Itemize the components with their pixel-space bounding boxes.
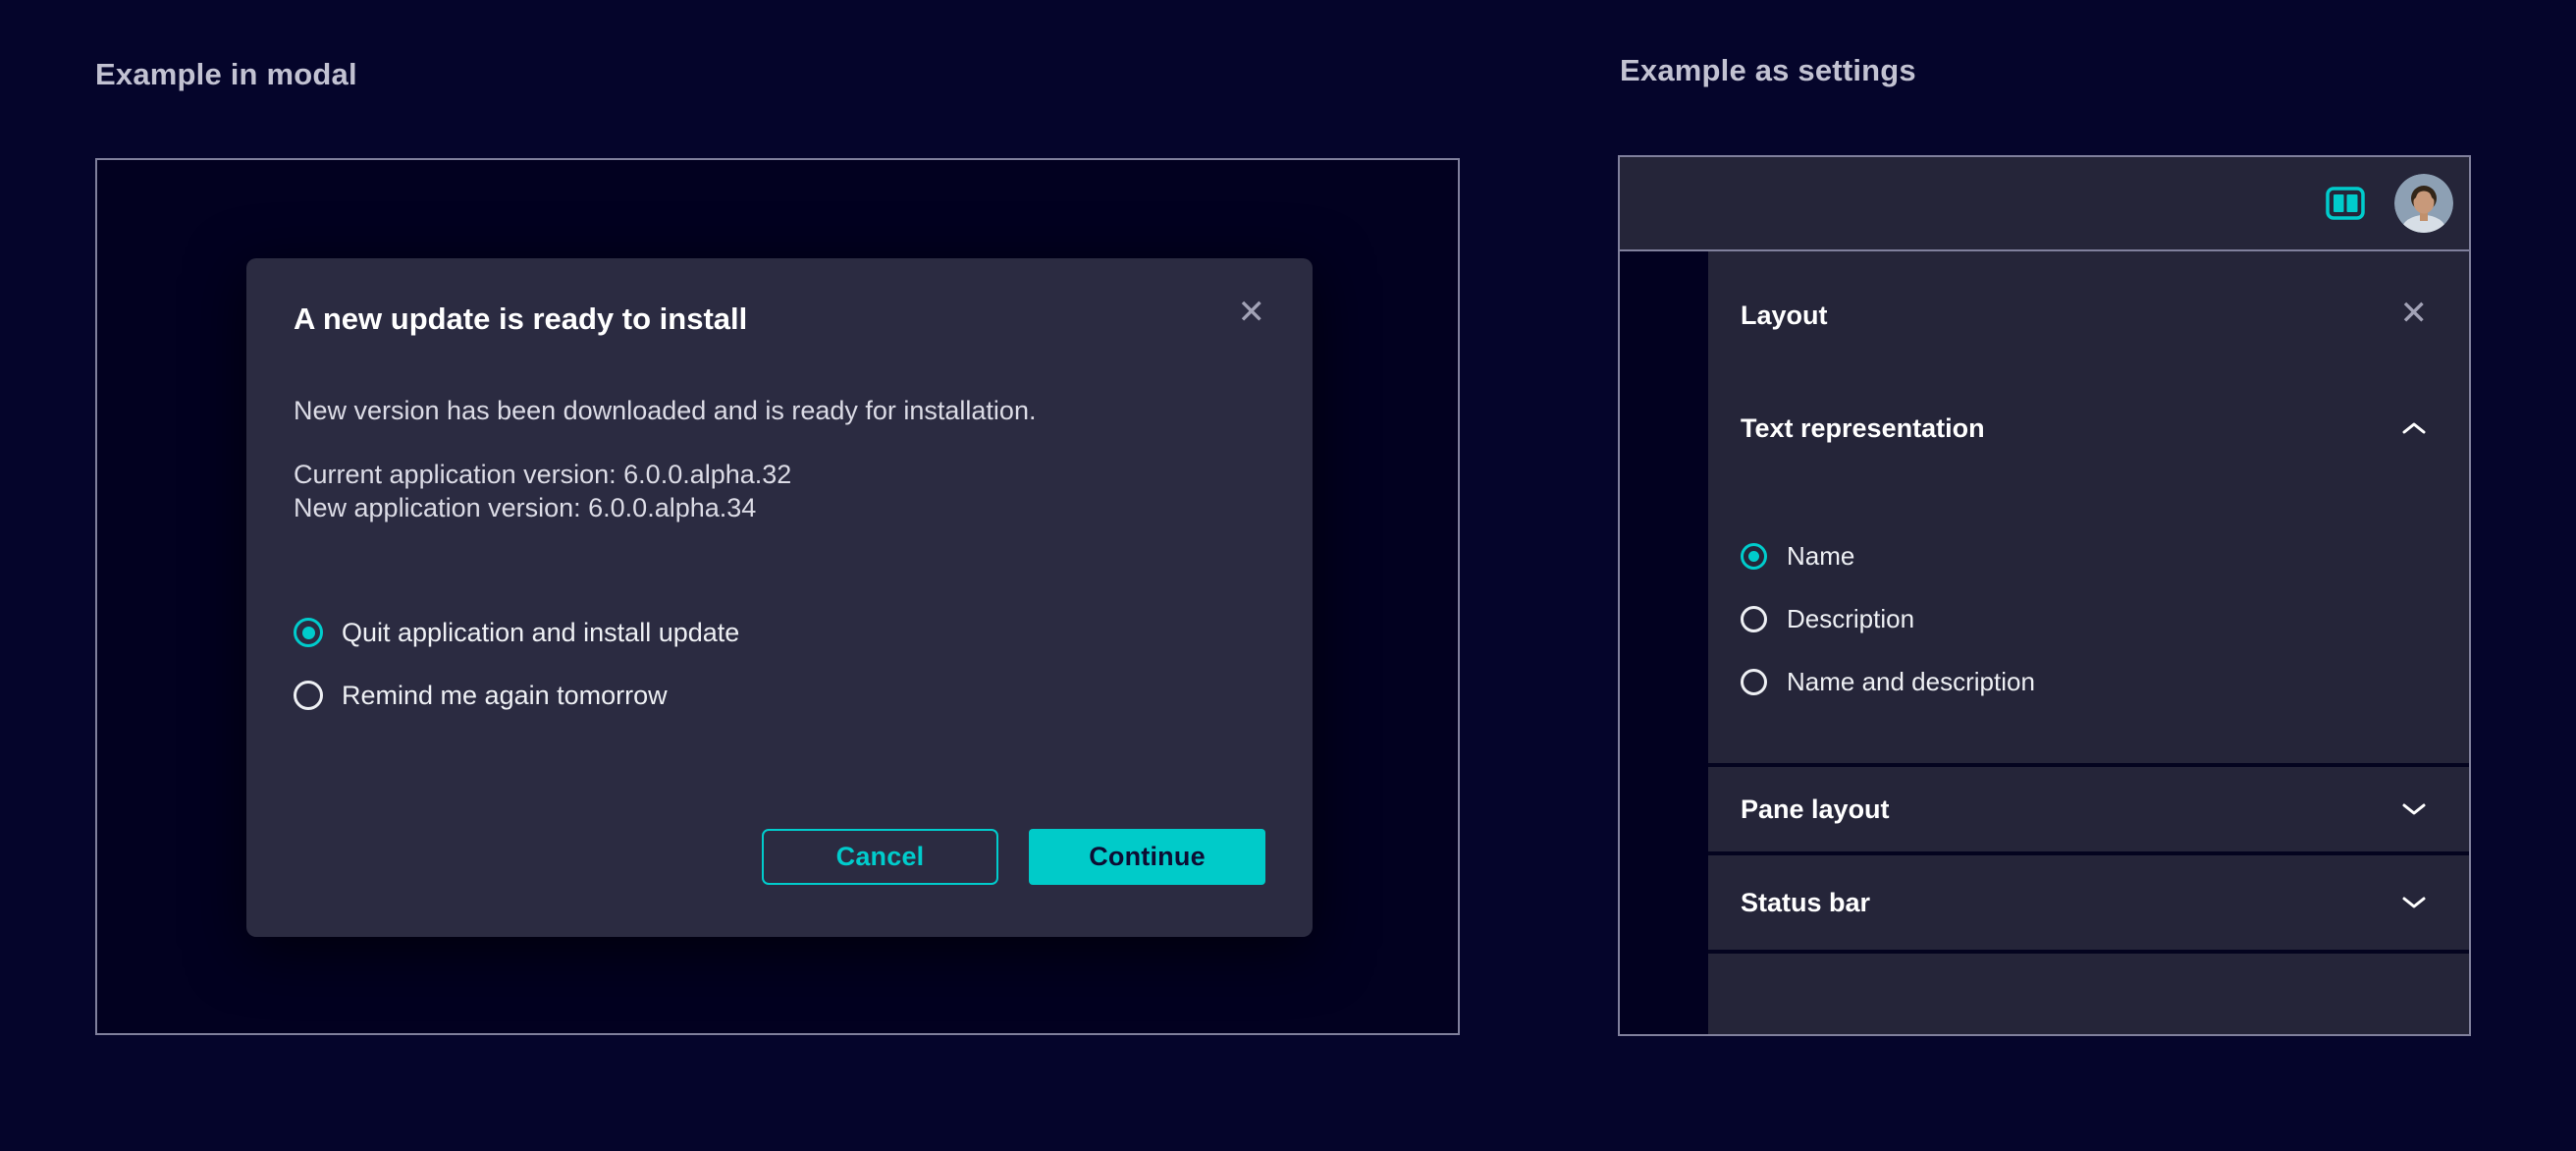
close-icon[interactable]: ✕	[2400, 299, 2429, 328]
section-label: Text representation	[1741, 413, 1985, 444]
chevron-up-icon	[2400, 420, 2428, 436]
radio-option-install-update[interactable]: Quit application and install update	[294, 601, 1265, 664]
radio-option-label: Remind me again tomorrow	[342, 681, 668, 711]
section-label: Pane layout	[1741, 795, 1890, 825]
current-version-line: Current application version: 6.0.0.alpha…	[294, 458, 1265, 491]
modal-footer: Cancel Continue	[762, 829, 1265, 885]
panel-header-layout: Layout ✕	[1708, 251, 2469, 379]
panel-title: Layout	[1741, 301, 1828, 331]
radio-option-name[interactable]: Name	[1708, 524, 2469, 587]
version-info: Current application version: 6.0.0.alpha…	[294, 458, 1265, 524]
radio-option-label: Description	[1787, 604, 1914, 634]
chevron-down-icon	[2400, 801, 2428, 817]
continue-button[interactable]: Continue	[1029, 829, 1265, 885]
new-version-line: New application version: 6.0.0.alpha.34	[294, 491, 1265, 524]
modal-title: A new update is ready to install	[294, 301, 747, 337]
app-topbar	[1620, 157, 2469, 251]
two-pane-layout-icon[interactable]	[2326, 187, 2365, 220]
radio-option-name-and-description[interactable]: Name and description	[1708, 650, 2469, 713]
radio-option-remind-tomorrow[interactable]: Remind me again tomorrow	[294, 664, 1265, 727]
settings-demo-frame: Layout ✕ Text representation Name	[1618, 155, 2471, 1036]
right-example-heading: Example as settings	[1620, 53, 1916, 88]
section-status-bar[interactable]: Status bar	[1708, 855, 2469, 950]
radio-unselected-icon[interactable]	[294, 681, 323, 710]
user-avatar[interactable]	[2394, 174, 2453, 233]
section-label: Status bar	[1741, 888, 1870, 918]
close-icon[interactable]: ✕	[1238, 298, 1266, 327]
radio-option-label: Quit application and install update	[342, 618, 739, 648]
radio-unselected-icon[interactable]	[1741, 669, 1767, 695]
section-pane-layout[interactable]: Pane layout	[1708, 767, 2469, 851]
cancel-button[interactable]: Cancel	[762, 829, 998, 885]
modal-body-text: New version has been downloaded and is r…	[294, 396, 1265, 426]
chevron-down-icon	[2400, 895, 2428, 910]
app-background-strip	[1620, 251, 1708, 1034]
radio-option-description[interactable]: Description	[1708, 587, 2469, 650]
modal-header: A new update is ready to install ✕	[294, 258, 1265, 337]
text-representation-radio-group: Name Description Name and description	[1708, 524, 2469, 713]
section-text-representation[interactable]: Text representation	[1708, 379, 2469, 477]
radio-selected-icon[interactable]	[294, 618, 323, 647]
update-modal: A new update is ready to install ✕ New v…	[246, 258, 1313, 937]
app-content: Layout ✕ Text representation Name	[1620, 251, 2469, 1034]
radio-option-label: Name	[1787, 541, 1854, 572]
radio-option-label: Name and description	[1787, 667, 2035, 697]
divider	[1708, 950, 2469, 954]
radio-unselected-icon[interactable]	[1741, 606, 1767, 632]
update-options-radio-group: Quit application and install update Remi…	[294, 601, 1265, 727]
layout-settings-panel: Layout ✕ Text representation Name	[1708, 251, 2469, 1034]
left-example-heading: Example in modal	[95, 57, 357, 92]
modal-demo-frame: A new update is ready to install ✕ New v…	[95, 158, 1460, 1035]
radio-selected-icon[interactable]	[1741, 543, 1767, 570]
